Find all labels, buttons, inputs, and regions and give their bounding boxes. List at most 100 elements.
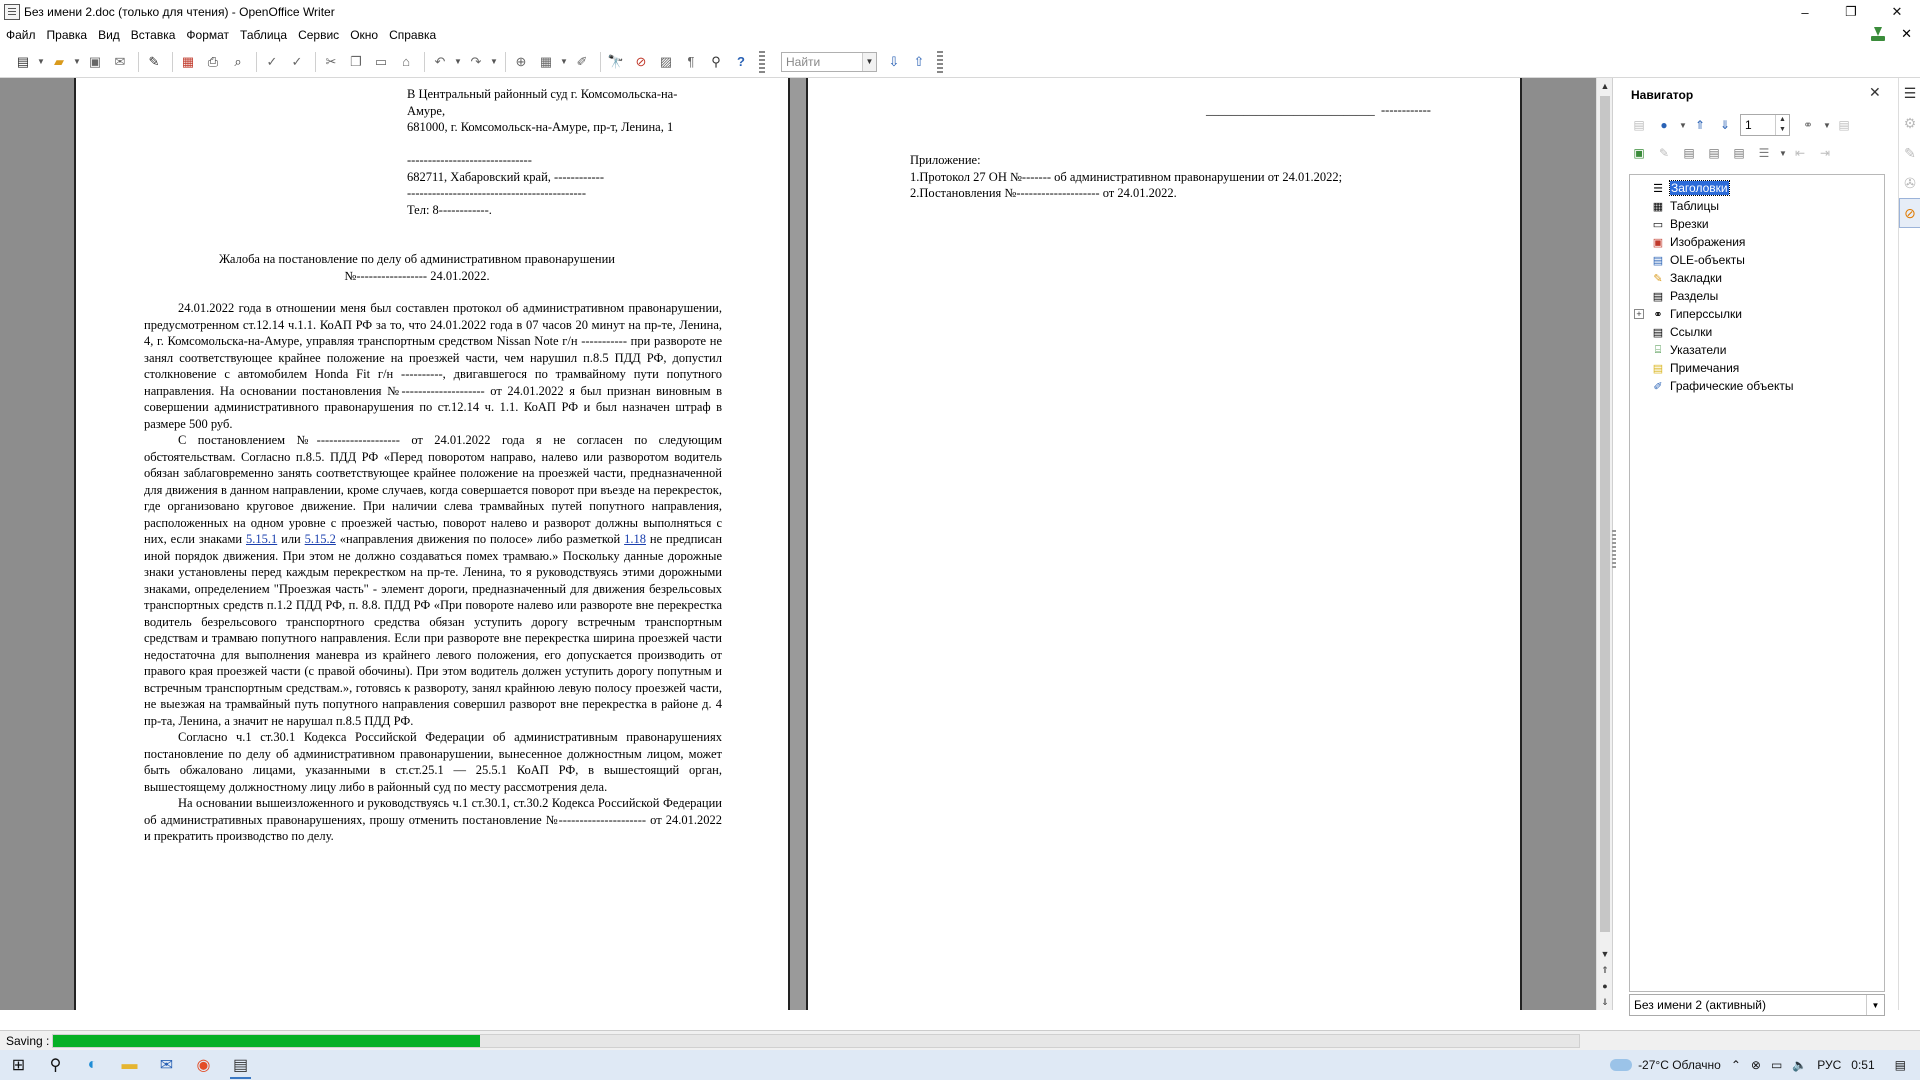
openoffice-writer-icon[interactable]: ▤ [222,1050,259,1080]
tree-item-tables[interactable]: ▦ Таблицы [1650,197,1719,215]
cut-icon[interactable]: ✂ [320,51,342,73]
previous-icon[interactable]: ⇑ [1690,116,1710,134]
gallery-icon[interactable]: ▨ [655,51,677,73]
scroll-up-icon[interactable]: ▲ [1597,78,1613,94]
anchor-icon[interactable]: ▤ [1729,144,1749,162]
display-icon[interactable]: ▭ [1771,1058,1782,1072]
scroll-down-icon[interactable]: ▼ [1597,946,1613,962]
undo-dropdown-icon[interactable]: ▼ [454,57,462,66]
toggle-icon[interactable]: ▤ [1629,116,1649,134]
chevron-up-icon[interactable]: ⌃ [1731,1058,1741,1072]
list-box-icon[interactable]: ▤ [1834,116,1854,134]
undo-icon[interactable]: ↶ [429,51,451,73]
find-next-icon[interactable]: ⇩ [883,51,905,73]
open-dropdown-icon[interactable]: ▼ [73,57,81,66]
navigator-compass-icon[interactable]: ⊘ [1899,198,1920,228]
find-input[interactable]: Найти ▼ [781,51,877,72]
windows-start-icon[interactable]: ⊞ [0,1050,37,1080]
tree-item-bookmarks[interactable]: ✎ Закладки [1650,269,1722,287]
toolbar-grip[interactable] [759,50,765,73]
new-document-icon[interactable]: ▤ [12,51,34,73]
tree-item-sections[interactable]: ▤ Разделы [1650,287,1719,305]
tree-item-hyperlinks[interactable]: ⚭ Гиперссылки [1650,305,1742,323]
chevron-down-icon[interactable]: ▼ [1866,995,1884,1015]
spin-arrows-icon[interactable]: ▲ ▼ [1775,115,1789,135]
sidebar-splitter[interactable] [1612,530,1616,570]
tree-item-comments[interactable]: ▤ Примечания [1650,359,1739,377]
email-icon[interactable]: ✉ [109,51,131,73]
previous-page-icon[interactable]: ⇑ [1597,962,1613,978]
set-reminder-icon[interactable]: ▣ [1629,144,1649,162]
menu-format[interactable]: Формат [186,28,229,42]
next-icon[interactable]: ⇓ [1715,116,1735,134]
header-icon[interactable]: ▤ [1679,144,1699,162]
properties-icon[interactable]: ⚙ [1899,108,1920,138]
drag-mode-icon[interactable]: ⚭ [1798,116,1818,134]
copy-icon[interactable]: ❐ [345,51,367,73]
menu-help[interactable]: Справка [389,28,436,42]
page-2[interactable]: ___________________________ ------------… [806,78,1522,1010]
promote-level-icon[interactable]: ⇤ [1790,144,1810,162]
navigation-icon[interactable]: ● [1597,978,1613,994]
network-icon[interactable]: ⊗ [1751,1058,1761,1072]
menu-icon[interactable]: ☰ [1899,78,1920,108]
edit-icon[interactable]: ✎ [1654,144,1674,162]
menu-edit[interactable]: Правка [47,28,88,42]
footer-icon[interactable]: ▤ [1704,144,1724,162]
tree-item-indexes[interactable]: ⌸ Указатели [1650,341,1727,359]
styles-icon[interactable]: ✎ [1899,138,1920,168]
redo-dropdown-icon[interactable]: ▼ [490,57,498,66]
heading-levels-dropdown-icon[interactable]: ▼ [1779,149,1787,158]
formatting-marks-icon[interactable]: ¶ [680,51,702,73]
scrollbar-thumb[interactable] [1600,96,1610,932]
next-page-icon[interactable]: ⇓ [1597,994,1613,1010]
language-indicator[interactable]: РУС [1817,1058,1841,1072]
mail-icon[interactable]: ✉ [148,1050,185,1080]
format-paintbrush-icon[interactable]: ⌂ [395,51,417,73]
autospell-icon[interactable]: ✓ [286,51,308,73]
toolbar-grip[interactable] [937,50,943,73]
volume-icon[interactable]: 🔈 [1792,1058,1807,1072]
navigation-icon[interactable]: ● [1654,116,1674,134]
marking-link-1-18[interactable]: 1.18 [624,532,646,546]
paste-icon[interactable]: ▭ [370,51,392,73]
document-area[interactable]: В Центральный районный суд г. Комсомольс… [0,78,1596,1010]
open-folder-icon[interactable]: ▰ [48,51,70,73]
page-1[interactable]: В Центральный районный суд г. Комсомольс… [74,78,790,1010]
new-dropdown-icon[interactable]: ▼ [37,57,45,66]
file-explorer-icon[interactable]: ▬ [111,1050,148,1080]
navigator-tree[interactable]: ☰ Заголовки ▦ Таблицы ▭ Врезки ▣ Изображ… [1629,174,1885,992]
weather-text[interactable]: -27°C Облачно [1638,1058,1721,1072]
help-icon[interactable]: ? [730,51,752,73]
save-icon[interactable]: ▣ [84,51,106,73]
tree-item-headings[interactable]: ☰ Заголовки [1650,179,1730,197]
navigator-icon[interactable]: ⊘ [630,51,652,73]
heading-levels-icon[interactable]: ☰ [1754,144,1774,162]
menu-tools[interactable]: Сервис [298,28,339,42]
maximize-button[interactable]: ❐ [1828,0,1874,24]
minimize-button[interactable]: – [1782,0,1828,24]
insert-table-icon[interactable]: ▦ [535,51,557,73]
menu-view[interactable]: Вид [98,28,120,42]
close-icon[interactable]: ✕ [1869,84,1881,101]
find-replace-icon[interactable]: 🔭 [605,51,627,73]
edit-file-icon[interactable]: ✎ [143,51,165,73]
spellcheck-icon[interactable]: ✓ [261,51,283,73]
menu-file[interactable]: Файл [6,28,36,42]
chevron-down-icon[interactable]: ▼ [862,52,876,71]
table-dropdown-icon[interactable]: ▼ [560,57,568,66]
print-preview-icon[interactable]: ⌕ [227,51,249,73]
menu-insert[interactable]: Вставка [131,28,176,42]
tree-item-ole[interactable]: ▤ OLE-объекты [1650,251,1745,269]
menu-table[interactable]: Таблица [240,28,287,42]
find-previous-icon[interactable]: ⇧ [908,51,930,73]
search-icon[interactable]: ⚲ [37,1050,74,1080]
clock[interactable]: 0:51 [1851,1058,1874,1072]
expand-icon[interactable]: + [1634,309,1644,319]
sign-link-5-15-2[interactable]: 5.15.2 [305,532,336,546]
document-select[interactable]: Без имени 2 (активный) ▼ [1629,994,1885,1016]
page-number-input[interactable]: 1 ▲ ▼ [1740,114,1790,136]
draw-functions-icon[interactable]: ✐ [571,51,593,73]
print-icon[interactable]: ⎙ [202,51,224,73]
navigation-dropdown-icon[interactable]: ▼ [1679,121,1687,130]
